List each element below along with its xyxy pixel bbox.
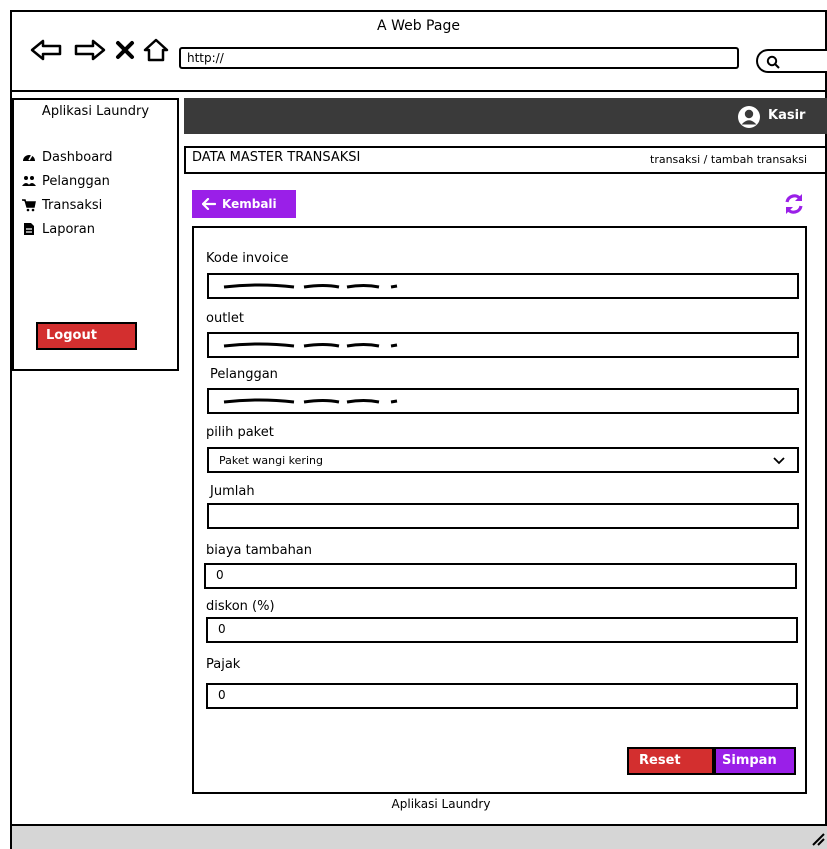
pajak-label: Pajak — [206, 657, 241, 672]
sidebar-title: Aplikasi Laundry — [41, 104, 150, 119]
refresh-icon[interactable] — [782, 192, 806, 216]
titlebar-divider — [12, 90, 827, 92]
home-icon[interactable] — [142, 38, 170, 62]
dashboard-icon — [23, 154, 35, 161]
forward-arrow-icon[interactable] — [74, 38, 106, 62]
redacted-text-scribble — [223, 283, 398, 289]
logout-button[interactable]: Logout — [36, 322, 137, 350]
sidebar-item-laporan[interactable]: Laporan — [22, 218, 95, 240]
chevron-down-icon — [773, 457, 785, 465]
sidebar-item-transaksi[interactable]: Transaksi — [22, 194, 102, 216]
users-icon — [22, 176, 36, 186]
redacted-text-scribble — [223, 342, 398, 348]
sidebar-item-label: Laporan — [42, 221, 95, 237]
jumlah-input[interactable] — [207, 503, 799, 529]
back-arrow-icon[interactable] — [30, 38, 62, 62]
paket-selected-value: Paket wangi kering — [219, 454, 323, 467]
kode-invoice-input[interactable] — [207, 273, 799, 299]
close-icon[interactable] — [114, 38, 136, 62]
cart-icon — [22, 199, 36, 212]
jumlah-label: Jumlah — [210, 484, 255, 499]
back-button-label: Kembali — [222, 197, 277, 211]
diskon-label: diskon (%) — [206, 599, 275, 614]
pelanggan-label: Pelanggan — [210, 367, 278, 382]
diskon-input[interactable]: 0 — [206, 617, 798, 643]
biaya-tambahan-input[interactable]: 0 — [204, 563, 797, 589]
redacted-text-scribble — [223, 398, 398, 404]
sidebar-item-label: Pelanggan — [42, 173, 110, 189]
page-title: DATA MASTER TRANSAKSI — [192, 150, 361, 165]
sidebar-item-label: Dashboard — [42, 149, 113, 165]
search-icon — [766, 55, 780, 69]
simpan-button[interactable]: Simpan — [714, 747, 796, 775]
back-button[interactable]: Kembali — [192, 190, 296, 218]
window-title: A Web Page — [377, 18, 460, 34]
browser-search-button[interactable] — [756, 49, 827, 73]
paket-label: pilih paket — [206, 425, 274, 440]
biaya-tambahan-label: biaya tambahan — [206, 543, 313, 558]
sidebar-item-label: Transaksi — [42, 197, 103, 213]
status-bar — [12, 824, 827, 849]
footer-text: Aplikasi Laundry — [391, 797, 491, 811]
kode-invoice-label: Kode invoice — [206, 251, 289, 266]
paket-select[interactable]: Paket wangi kering — [207, 447, 799, 473]
sidebar-item-dashboard[interactable]: Dashboard — [22, 146, 113, 168]
outlet-label: outlet — [206, 311, 244, 326]
pajak-input[interactable]: 0 — [206, 683, 798, 709]
outlet-input[interactable] — [207, 332, 799, 358]
breadcrumb: transaksi / tambah transaksi — [650, 153, 808, 166]
pelanggan-input[interactable] — [207, 388, 799, 414]
user-avatar-icon[interactable] — [737, 105, 761, 129]
url-input[interactable]: http:// — [179, 47, 739, 69]
arrow-left-icon — [202, 198, 216, 210]
topbar — [184, 98, 827, 134]
reset-button[interactable]: Reset — [627, 747, 714, 775]
resize-handle-icon[interactable] — [811, 832, 825, 846]
sidebar-item-pelanggan[interactable]: Pelanggan — [22, 170, 110, 192]
user-name[interactable]: Kasir — [768, 108, 805, 123]
file-icon — [24, 223, 34, 235]
